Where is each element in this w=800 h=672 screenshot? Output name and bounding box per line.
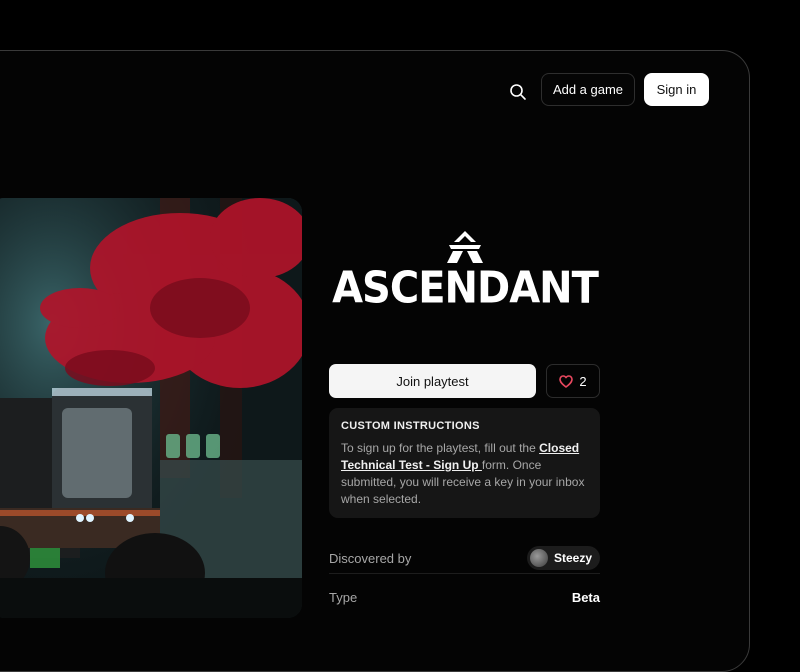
- game-hero-image: [0, 198, 302, 618]
- sign-in-button[interactable]: Sign in: [644, 73, 709, 106]
- add-game-button[interactable]: Add a game: [541, 73, 635, 106]
- like-count: 2: [579, 373, 587, 389]
- discovered-by-label: Discovered by: [329, 550, 412, 566]
- instructions-title: CUSTOM INSTRUCTIONS: [341, 420, 480, 432]
- search-button[interactable]: [504, 78, 532, 106]
- type-value: Beta: [571, 590, 600, 605]
- instructions-text-before: To sign up for the playtest, fill out th…: [341, 441, 540, 455]
- discoverer-chip[interactable]: Steezy: [526, 546, 600, 570]
- type-label: Type: [329, 590, 358, 605]
- type-row: Type Beta: [329, 590, 600, 605]
- avatar: [529, 549, 548, 567]
- game-logo: ASCENDANT: [330, 230, 600, 320]
- top-navigation: Add a game Sign in: [0, 0, 800, 110]
- like-button[interactable]: 2: [546, 364, 600, 398]
- game-title-logotype: ASCENDANT: [332, 262, 599, 314]
- discovered-by-row: Discovered by Steezy: [329, 543, 600, 574]
- join-playtest-button[interactable]: Join playtest: [329, 364, 536, 398]
- instructions-text: To sign up for the playtest, fill out th…: [341, 440, 588, 508]
- custom-instructions-card: CUSTOM INSTRUCTIONS To sign up for the p…: [329, 408, 600, 518]
- heart-icon: [559, 374, 574, 388]
- search-icon: [510, 84, 526, 100]
- ascendant-emblem-icon: [447, 231, 483, 263]
- discoverer-name: Steezy: [553, 551, 592, 565]
- hero-artwork: [0, 198, 302, 618]
